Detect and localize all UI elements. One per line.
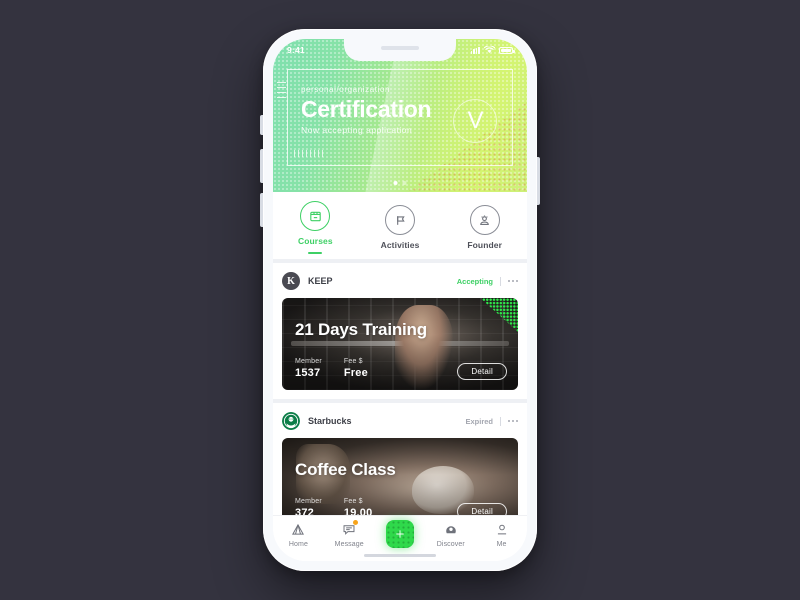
- power-button[interactable]: [537, 157, 540, 205]
- nav-item-discover[interactable]: Discover: [425, 521, 476, 548]
- book-icon: [300, 201, 331, 231]
- stat-member-label: Member: [295, 498, 322, 505]
- hero-banner[interactable]: 9:41 personal/organization Certification: [273, 39, 527, 192]
- nav-item-message[interactable]: Message: [324, 520, 375, 548]
- status-badge: Accepting: [456, 276, 493, 286]
- header-separator: [500, 276, 501, 286]
- more-dots-icon[interactable]: [508, 280, 518, 282]
- nav-me-label: Me: [496, 541, 507, 548]
- detail-button[interactable]: Detail: [457, 363, 507, 380]
- stat-fee: Fee $ Free: [344, 358, 368, 379]
- stat-fee-label: Fee $: [343, 358, 363, 365]
- nav-message-label: Message: [334, 541, 364, 548]
- brand-name: Starbucks: [308, 416, 352, 426]
- frame-tick-marks-left: [277, 82, 286, 98]
- nav-discover-label: Discover: [436, 541, 465, 548]
- flag-icon: [385, 205, 415, 235]
- add-sparkle-icon[interactable]: [385, 520, 414, 548]
- stat-member-value: 1537: [295, 367, 321, 379]
- carousel-dot-1[interactable]: [393, 181, 398, 185]
- home-indicator: [364, 554, 436, 557]
- volume-down-button[interactable]: [260, 193, 263, 227]
- hero-kicker: personal/organization: [301, 85, 391, 94]
- card-header: Starbucks Expired: [282, 410, 518, 432]
- starbucks-siren-icon: [282, 412, 300, 430]
- hero-subtitle: Now accepting application: [301, 125, 413, 136]
- wifi-icon: [484, 46, 495, 53]
- person-idea-icon: [469, 205, 500, 235]
- status-badge: Expired: [465, 416, 493, 426]
- tab-courses[interactable]: Courses: [273, 201, 358, 254]
- verified-badge-icon: V: [453, 99, 497, 143]
- keep-logo-letter: K: [287, 275, 295, 287]
- header-separator: [500, 416, 501, 426]
- discover-icon: [443, 521, 459, 538]
- course-media-gym[interactable]: 21 Days Training Member 1537 Fee $ Free …: [282, 298, 518, 390]
- stat-fee-value: Free: [343, 367, 368, 379]
- stat-fee-label: Fee $: [343, 498, 363, 505]
- keep-logo-icon: K: [282, 272, 300, 290]
- person-icon: [494, 521, 510, 538]
- course-title: 21 Days Training: [295, 320, 427, 339]
- hero-text-block: personal/organization Certification Now …: [301, 85, 432, 136]
- frame-tick-marks-bottom: [294, 150, 323, 157]
- carousel-pagination[interactable]: [393, 181, 407, 185]
- tab-courses-label: Courses: [297, 236, 333, 246]
- home-icon: [290, 521, 306, 538]
- carousel-dot-2[interactable]: [402, 181, 407, 185]
- nav-item-create[interactable]: [375, 520, 426, 548]
- nav-item-home[interactable]: Home: [273, 521, 324, 548]
- course-title: Coffee Class: [295, 460, 396, 479]
- phone-screen: 9:41 personal/organization Certification: [273, 39, 527, 561]
- course-stats: Member 1537 Fee $ Free: [295, 358, 368, 379]
- nav-home-label: Home: [288, 541, 308, 548]
- message-unread-badge: [353, 520, 359, 525]
- silent-switch-button[interactable]: [260, 115, 263, 135]
- tab-activities-label: Activities: [380, 240, 420, 250]
- signal-bars-icon: [470, 46, 480, 54]
- verified-badge-letter: V: [467, 107, 483, 134]
- stat-member-label: Member: [295, 358, 322, 365]
- status-bar-time: 9:41: [287, 45, 305, 55]
- status-bar: 9:41: [273, 39, 527, 61]
- tab-founder[interactable]: Founder: [442, 205, 527, 250]
- tab-founder-label: Founder: [467, 240, 503, 250]
- tab-active-underline: [308, 252, 323, 254]
- brand-name: KEEP: [308, 276, 333, 286]
- volume-up-button[interactable]: [260, 149, 263, 183]
- nav-item-me[interactable]: Me: [476, 521, 527, 548]
- category-tabs: Courses Activities Founder: [273, 192, 527, 259]
- battery-icon: [499, 46, 515, 54]
- tab-activities[interactable]: Activities: [358, 205, 443, 250]
- more-dots-icon[interactable]: [508, 420, 518, 422]
- course-card-keep[interactable]: K KEEP Accepting 21 Days Training Member…: [273, 263, 527, 399]
- stat-member: Member 1537: [295, 358, 322, 379]
- phone-device-frame: 9:41 personal/organization Certification: [260, 29, 540, 571]
- card-header: K KEEP Accepting: [282, 270, 518, 292]
- content-list: K KEEP Accepting 21 Days Training Member…: [273, 263, 527, 539]
- hero-title: Certification: [301, 96, 432, 122]
